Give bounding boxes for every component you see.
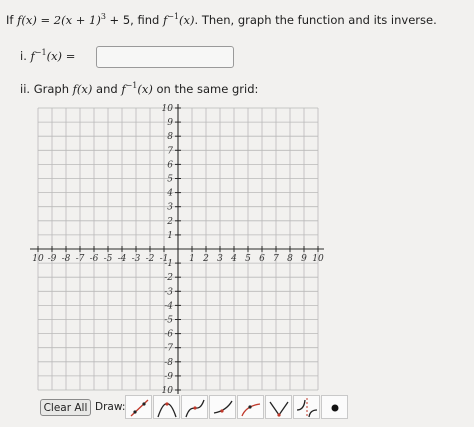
draw-label: Draw: <box>95 401 126 413</box>
absolute-value-tool-icon <box>269 401 289 417</box>
part-ii-label: ii. Graph f(x) and f−1(x) on the same gr… <box>20 81 259 96</box>
x-tick-label: 3 <box>217 254 223 264</box>
function-expression: f(x) = 2(x + 1)3 <box>17 12 106 27</box>
y-tick-label: 10 <box>162 104 174 114</box>
y-tick-label: 2 <box>166 217 173 227</box>
y-tick-label: -2 <box>164 273 173 283</box>
x-tick-label: -9 <box>48 254 57 264</box>
y-tick-label: 5 <box>167 175 173 185</box>
question-text: If f(x) = 2(x + 1)3 + 5, find f−1(x). Th… <box>6 12 437 27</box>
y-tick-label: -6 <box>164 330 173 340</box>
x-tick-label: 1 <box>189 254 195 264</box>
inverse-answer-input[interactable] <box>96 46 234 68</box>
x-tick-label: 10 <box>32 254 44 264</box>
y-tick-label: 6 <box>167 160 173 170</box>
cubic-tool-icon <box>185 399 205 418</box>
y-tick-label: -1 <box>164 259 173 269</box>
x-tick-label: -2 <box>146 254 155 264</box>
x-tick-label: -5 <box>104 254 113 264</box>
y-tick-label: 4 <box>166 189 173 199</box>
parabola-tool-button[interactable] <box>153 395 180 419</box>
part-i-label: i. f−1(x) = <box>20 48 76 63</box>
inverse-expression: f−1(x) <box>162 12 195 27</box>
point-tool-icon <box>331 404 339 412</box>
x-tick-label: 5 <box>245 254 251 264</box>
x-tick-label: 8 <box>287 254 293 264</box>
question-intro: If <box>6 13 14 27</box>
function-tail: + 5, find <box>105 13 160 27</box>
y-tick-label: 8 <box>167 132 173 142</box>
exponential-tool-icon <box>213 400 233 414</box>
x-tick-label: -6 <box>90 254 99 264</box>
y-tick-label: -4 <box>164 301 173 311</box>
graph-grid[interactable]: 10 -9 -8 -7 -6 -5 -4 -3 -2 -1 1 2 3 4 5 6 7 8 9 10109876543… <box>0 100 474 396</box>
rational-tool-button[interactable] <box>293 395 320 419</box>
line-tool-button[interactable] <box>125 395 152 419</box>
question-rest: . Then, graph the function and its inver… <box>194 13 437 27</box>
x-tick-label: 4 <box>230 254 237 264</box>
logarithm-tool-icon <box>241 403 261 417</box>
y-tick-label: 7 <box>167 146 173 156</box>
x-tick-label: 9 <box>301 254 307 264</box>
rational-tool-icon <box>296 398 318 418</box>
x-tick-label: -3 <box>132 254 141 264</box>
x-tick-label: -4 <box>118 254 127 264</box>
x-tick-label: 10 <box>312 254 324 264</box>
exponential-tool-button[interactable] <box>209 395 236 419</box>
y-tick-label: -7 <box>164 344 173 354</box>
line-tool-icon <box>130 399 149 417</box>
y-tick-label: 3 <box>167 203 173 213</box>
absolute-value-tool-button[interactable] <box>265 395 292 419</box>
x-tick-label: 7 <box>273 254 279 264</box>
x-tick-label: 6 <box>259 254 265 264</box>
cubic-tool-button[interactable] <box>181 395 208 419</box>
y-tick-label: 9 <box>167 118 173 128</box>
y-tick-label: 1 <box>167 231 173 241</box>
logarithm-tool-button[interactable] <box>237 395 264 419</box>
y-tick-label: -8 <box>164 358 173 368</box>
clear-all-button[interactable]: Clear All <box>40 399 91 416</box>
y-tick-label: -9 <box>164 372 173 382</box>
x-tick-label: 2 <box>202 254 209 264</box>
parabola-tool-icon <box>157 402 177 418</box>
point-tool-button[interactable] <box>321 395 348 419</box>
x-tick-label: -7 <box>76 254 85 264</box>
y-tick-label: -5 <box>164 316 173 326</box>
y-tick-label: -3 <box>164 287 173 297</box>
x-tick-label: -8 <box>62 254 71 264</box>
